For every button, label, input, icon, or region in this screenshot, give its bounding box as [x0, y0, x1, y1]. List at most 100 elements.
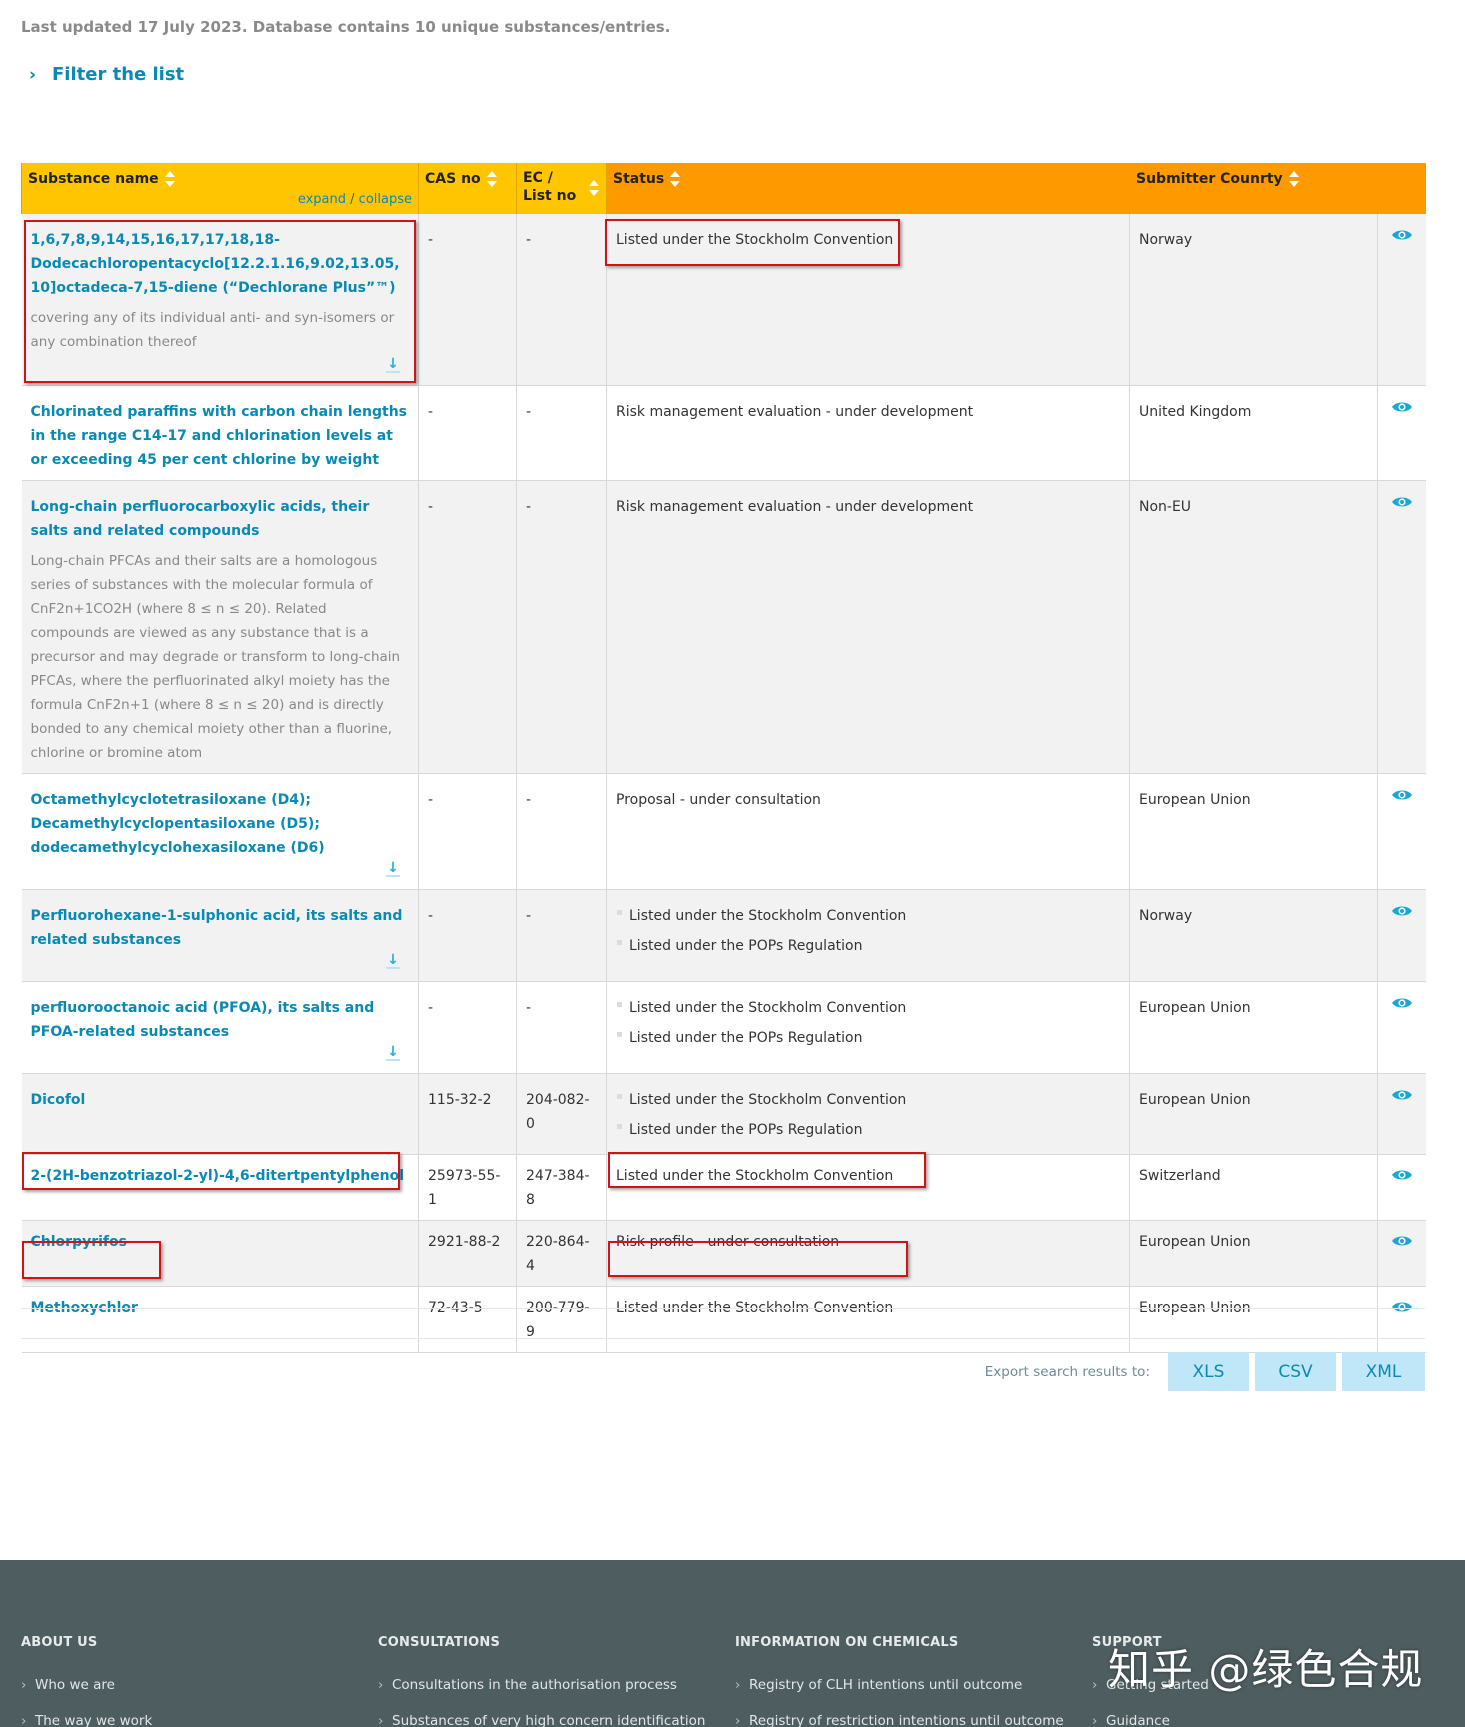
- substance-cell: 2-(2H-benzotriazol-2-yl)-4,6-ditertpenty…: [21, 1154, 419, 1221]
- cas-cell: -: [418, 385, 517, 481]
- substance-link[interactable]: Chlorpyrifos: [31, 1230, 410, 1254]
- footer-link[interactable]: Consultations in the authorisation proce…: [378, 1667, 705, 1703]
- arrow-down-icon[interactable]: ↓: [386, 953, 400, 969]
- eye-icon[interactable]: [1391, 788, 1413, 802]
- footer-info-title: INFORMATION ON CHEMICALS: [735, 1635, 959, 1650]
- substance-link[interactable]: Perfluorohexane-1-sulphonic acid, its sa…: [31, 904, 410, 952]
- sort-icon[interactable]: [669, 171, 681, 187]
- divider: [21, 1308, 1425, 1309]
- header-country-label: Submitter Counrty: [1136, 171, 1283, 187]
- filter-label: Filter the list: [52, 64, 185, 85]
- footer-consultations-title: CONSULTATIONS: [378, 1635, 501, 1650]
- ec-cell: 204-082-0: [516, 1073, 607, 1155]
- eye-icon[interactable]: [1391, 996, 1413, 1010]
- ec-cell: -: [516, 214, 607, 386]
- country-cell: United Kingdom: [1129, 385, 1378, 481]
- header-view: [1377, 163, 1426, 214]
- status-item: Listed under the POPs Regulation: [616, 1115, 1120, 1145]
- country-cell: Norway: [1129, 889, 1378, 982]
- ec-cell: 247-384-8: [516, 1154, 607, 1221]
- eye-icon[interactable]: [1391, 1088, 1413, 1102]
- ec-cell: 220-864-4: [516, 1220, 607, 1287]
- cas-cell: -: [418, 480, 517, 774]
- substance-cell: Dicofol: [21, 1073, 419, 1155]
- sort-icon[interactable]: [164, 171, 175, 187]
- substance-cell: Chlorinated paraffins with carbon chain …: [21, 385, 419, 481]
- substance-link[interactable]: 2-(2H-benzotriazol-2-yl)-4,6-ditertpenty…: [31, 1164, 410, 1188]
- cas-cell: 25973-55-1: [418, 1154, 517, 1221]
- sort-icon[interactable]: [1288, 171, 1299, 187]
- substance-link[interactable]: Chlorinated paraffins with carbon chain …: [31, 400, 410, 472]
- status-cell: Listed under the Stockholm Convention Li…: [606, 1073, 1130, 1155]
- status-list: Listed under the Stockholm Convention Li…: [616, 1085, 1120, 1145]
- substance-description: Long-chain PFCAs and their salts are a h…: [30, 552, 401, 761]
- eye-icon[interactable]: [1391, 1300, 1413, 1314]
- table-row: perfluorooctanoic acid (PFOA), its salts…: [21, 981, 1426, 1074]
- table-row: Methoxychlor 72-43-5 200-779-9 Listed un…: [21, 1286, 1426, 1353]
- results-table: Substance name expand / collapse CAS no …: [21, 163, 1426, 1353]
- status-cell: Risk profile - under consultation: [606, 1220, 1130, 1287]
- footer-link[interactable]: Who we are: [21, 1667, 152, 1703]
- export-label: Export search results to:: [984, 1363, 1150, 1380]
- status-item: Listed under the Stockholm Convention: [616, 993, 1120, 1023]
- header-country[interactable]: Submitter Counrty: [1129, 163, 1378, 214]
- eye-icon[interactable]: [1391, 904, 1413, 918]
- substance-link[interactable]: Long-chain perfluorocarboxylic acids, th…: [31, 495, 410, 543]
- substance-link[interactable]: Octamethylcyclotetrasiloxane (D4); Decam…: [31, 788, 410, 860]
- footer-link[interactable]: Guidance: [1092, 1703, 1209, 1727]
- sort-icon[interactable]: [486, 171, 497, 187]
- country-cell: European Union: [1129, 773, 1378, 890]
- footer-about: ABOUT US Who we are The way we work: [21, 1635, 152, 1727]
- status-text: Risk management evaluation - under devel…: [616, 403, 974, 420]
- eye-icon[interactable]: [1391, 1168, 1413, 1182]
- country-cell: Non-EU: [1129, 480, 1378, 774]
- expand-link[interactable]: expand: [298, 192, 346, 207]
- sort-icon[interactable]: [588, 180, 599, 196]
- country-cell: European Union: [1129, 1220, 1378, 1287]
- eye-icon[interactable]: [1391, 400, 1413, 414]
- header-status[interactable]: Status: [606, 163, 1130, 214]
- substance-link[interactable]: 1,6,7,8,9,14,15,16,17,17,18,18-Dodecachl…: [31, 228, 410, 300]
- filter-toggle[interactable]: › Filter the list: [29, 64, 184, 85]
- footer-link[interactable]: Registry of CLH intentions until outcome: [735, 1667, 1064, 1703]
- substance-link[interactable]: perfluorooctanoic acid (PFOA), its salts…: [31, 996, 410, 1044]
- arrow-down-icon[interactable]: ↓: [386, 1045, 400, 1061]
- collapse-link[interactable]: collapse: [359, 192, 412, 207]
- view-cell: [1377, 1154, 1426, 1221]
- footer-link[interactable]: Substances of very high concern identifi…: [378, 1703, 705, 1727]
- arrow-down-icon[interactable]: ↓: [386, 357, 400, 373]
- table-row: Chlorinated paraffins with carbon chain …: [21, 385, 1426, 481]
- header-ec[interactable]: EC / List no: [516, 163, 607, 214]
- ec-cell: -: [516, 889, 607, 982]
- country-cell: Norway: [1129, 214, 1378, 386]
- arrow-down-icon[interactable]: ↓: [386, 861, 400, 877]
- country-cell: European Union: [1129, 1286, 1378, 1353]
- substance-cell: Octamethylcyclotetrasiloxane (D4); Decam…: [21, 773, 419, 890]
- ec-cell: -: [516, 480, 607, 774]
- view-cell: [1377, 1286, 1426, 1353]
- ec-cell: -: [516, 385, 607, 481]
- eye-icon[interactable]: [1391, 1234, 1413, 1248]
- footer-link[interactable]: Registry of restriction intentions until…: [735, 1703, 1064, 1727]
- status-cell: Listed under the Stockholm Convention: [606, 214, 1130, 386]
- export-csv-button[interactable]: CSV: [1255, 1352, 1336, 1391]
- status-text: Risk management evaluation - under devel…: [616, 498, 974, 515]
- export-xml-button[interactable]: XML: [1342, 1352, 1425, 1391]
- view-cell: [1377, 480, 1426, 774]
- expand-collapse-separator: /: [346, 192, 359, 207]
- eye-icon[interactable]: [1391, 228, 1413, 242]
- status-cell: Proposal - under consultation: [606, 773, 1130, 890]
- footer-link[interactable]: The way we work: [21, 1703, 152, 1727]
- status-list: Listed under the Stockholm Convention Li…: [616, 993, 1120, 1053]
- export-xls-button[interactable]: XLS: [1168, 1352, 1249, 1391]
- status-cell: Risk management evaluation - under devel…: [606, 480, 1130, 774]
- status-text: Listed under the Stockholm Convention: [616, 232, 894, 248]
- header-substance-name[interactable]: Substance name expand / collapse: [21, 163, 419, 214]
- view-cell: [1377, 889, 1426, 982]
- divider: [21, 1338, 1425, 1339]
- eye-icon[interactable]: [1391, 495, 1413, 509]
- substance-link[interactable]: Dicofol: [31, 1088, 410, 1112]
- header-status-label: Status: [613, 171, 665, 187]
- ec-cell: 200-779-9: [516, 1286, 607, 1353]
- header-cas[interactable]: CAS no: [418, 163, 517, 214]
